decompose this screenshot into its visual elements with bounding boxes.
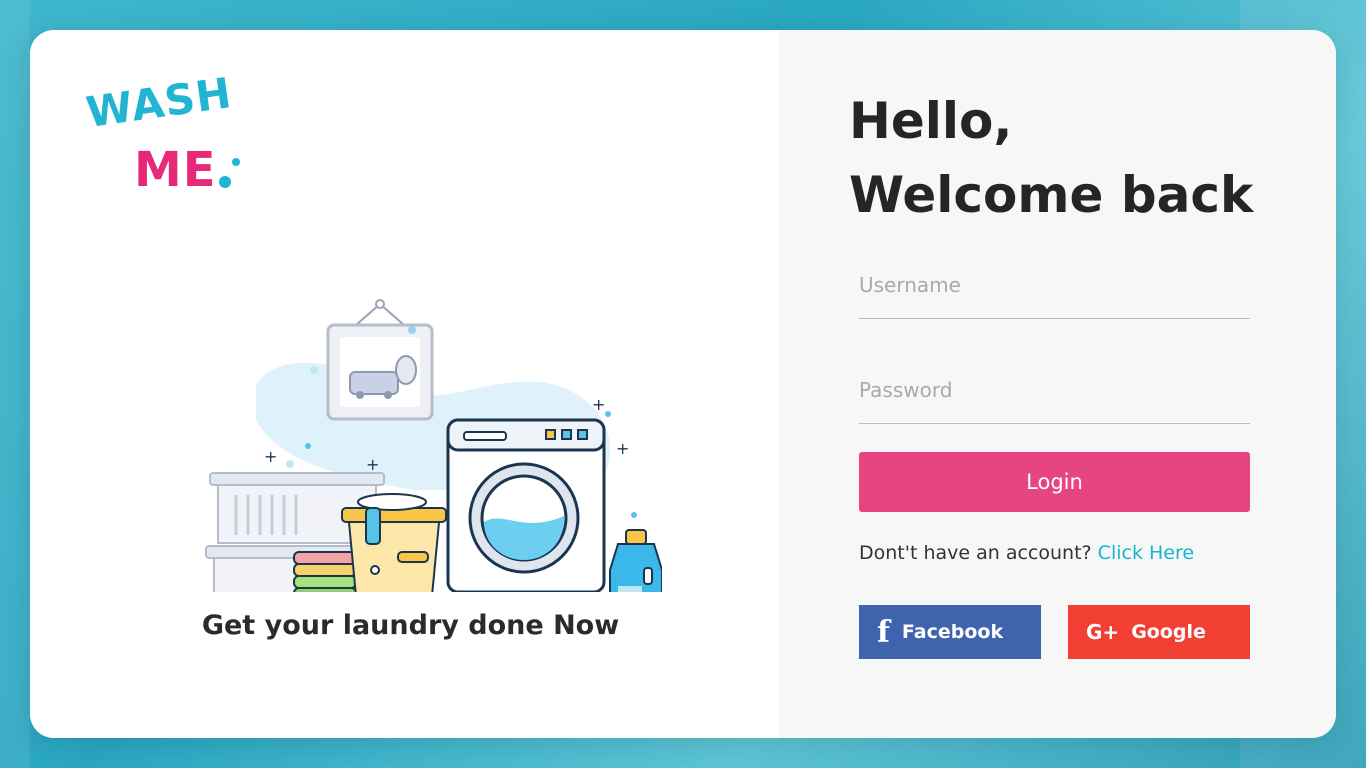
signup-prompt-text: Dont't have an account?: [859, 542, 1092, 564]
username-field-wrapper: [859, 252, 1250, 319]
background-shape: [0, 0, 30, 768]
svg-text:+: +: [366, 455, 379, 474]
password-input[interactable]: [859, 357, 1250, 423]
password-field-wrapper: [859, 357, 1250, 424]
logo-text-me: ME: [134, 142, 217, 198]
facebook-label: Facebook: [901, 621, 1004, 643]
page-title: Hello, Welcome back: [849, 84, 1253, 232]
tagline: Get your laundry done Now: [201, 610, 620, 641]
svg-text:+: +: [592, 395, 605, 414]
signup-link[interactable]: Click Here: [1098, 542, 1194, 564]
wash-me-logo: WASH ME: [83, 68, 246, 200]
detergent-bottle: [609, 529, 662, 592]
facebook-icon: f: [877, 614, 890, 650]
logo-bubble: [219, 176, 231, 188]
google-plus-icon: G+: [1086, 620, 1120, 644]
svg-text:+: +: [264, 447, 277, 466]
login-card: WASH ME + + + + Get your laundry done No…: [30, 30, 1336, 738]
washing-machine: [446, 418, 606, 592]
login-panel: Hello, Welcome back Login Dont't have an…: [779, 30, 1336, 738]
logo-text-wash: WASH: [83, 68, 235, 137]
signup-prompt: Dont't have an account? Click Here: [859, 542, 1194, 564]
brand-panel: WASH ME + + + + Get your laundry done No…: [30, 30, 779, 738]
facebook-login-button[interactable]: f Facebook: [859, 605, 1041, 659]
logo-bubble: [232, 158, 240, 166]
google-login-button[interactable]: G+ Google: [1068, 605, 1250, 659]
greeting-line-1: Hello,: [849, 92, 1013, 150]
login-button[interactable]: Login: [859, 452, 1250, 512]
svg-text:+: +: [616, 439, 629, 458]
username-input[interactable]: [859, 252, 1250, 318]
picture-frame: [326, 299, 434, 421]
google-label: Google: [1131, 621, 1206, 643]
folded-towels: [293, 551, 357, 592]
laundry-illustration: + + + +: [205, 299, 662, 592]
bucket: [341, 493, 447, 592]
greeting-line-2: Welcome back: [849, 166, 1254, 224]
